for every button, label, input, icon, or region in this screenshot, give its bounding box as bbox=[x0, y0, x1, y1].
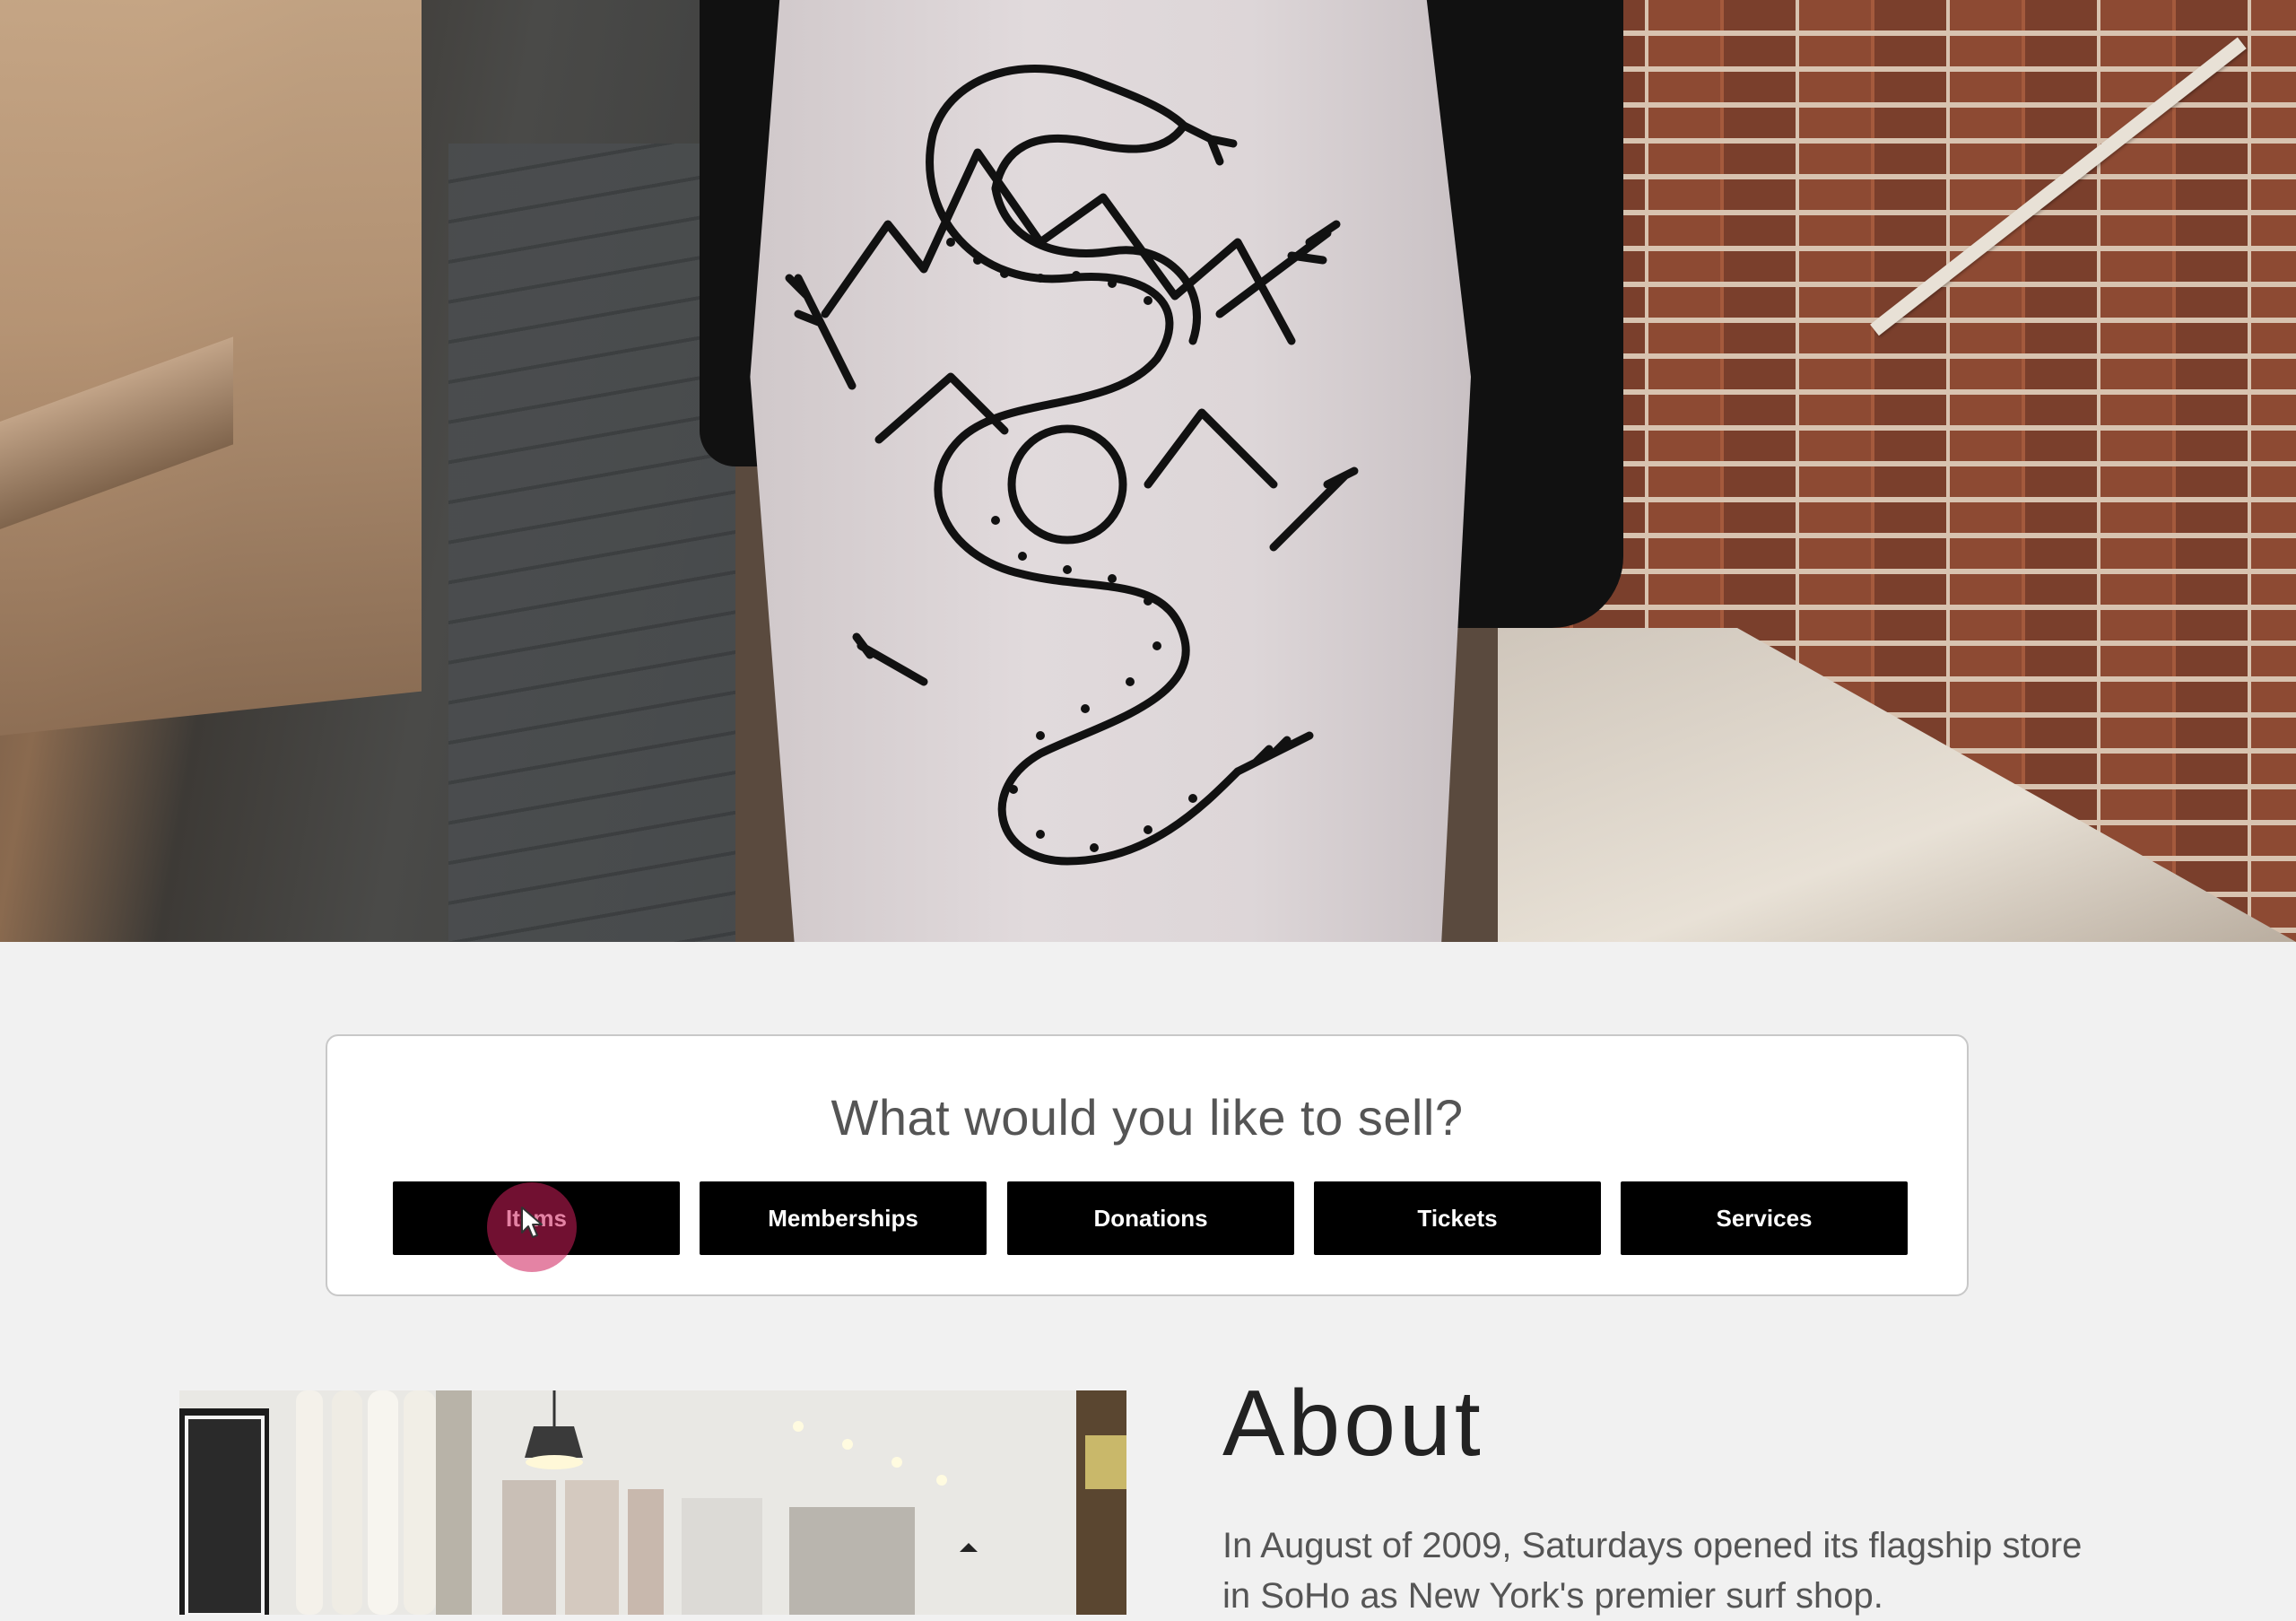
snake-mountain-illustration bbox=[785, 65, 1359, 866]
about-description: In August of 2009, Saturdays opened its … bbox=[1222, 1526, 2083, 1616]
tshirt-graphic bbox=[750, 0, 1471, 942]
store-interior-photo bbox=[179, 1390, 1126, 1615]
services-button[interactable]: Services bbox=[1621, 1181, 1908, 1255]
sell-heading: What would you like to sell? bbox=[831, 1089, 1464, 1146]
tickets-button[interactable]: Tickets bbox=[1314, 1181, 1601, 1255]
items-button[interactable]: Items bbox=[393, 1181, 680, 1255]
sell-type-card: What would you like to sell? Items Membe… bbox=[326, 1034, 1969, 1296]
donations-button[interactable]: Donations bbox=[1007, 1181, 1294, 1255]
hero-image bbox=[0, 0, 2296, 942]
about-heading: About bbox=[1222, 1372, 1484, 1476]
hero-alley-left bbox=[0, 0, 735, 942]
memberships-button[interactable]: Memberships bbox=[700, 1181, 987, 1255]
